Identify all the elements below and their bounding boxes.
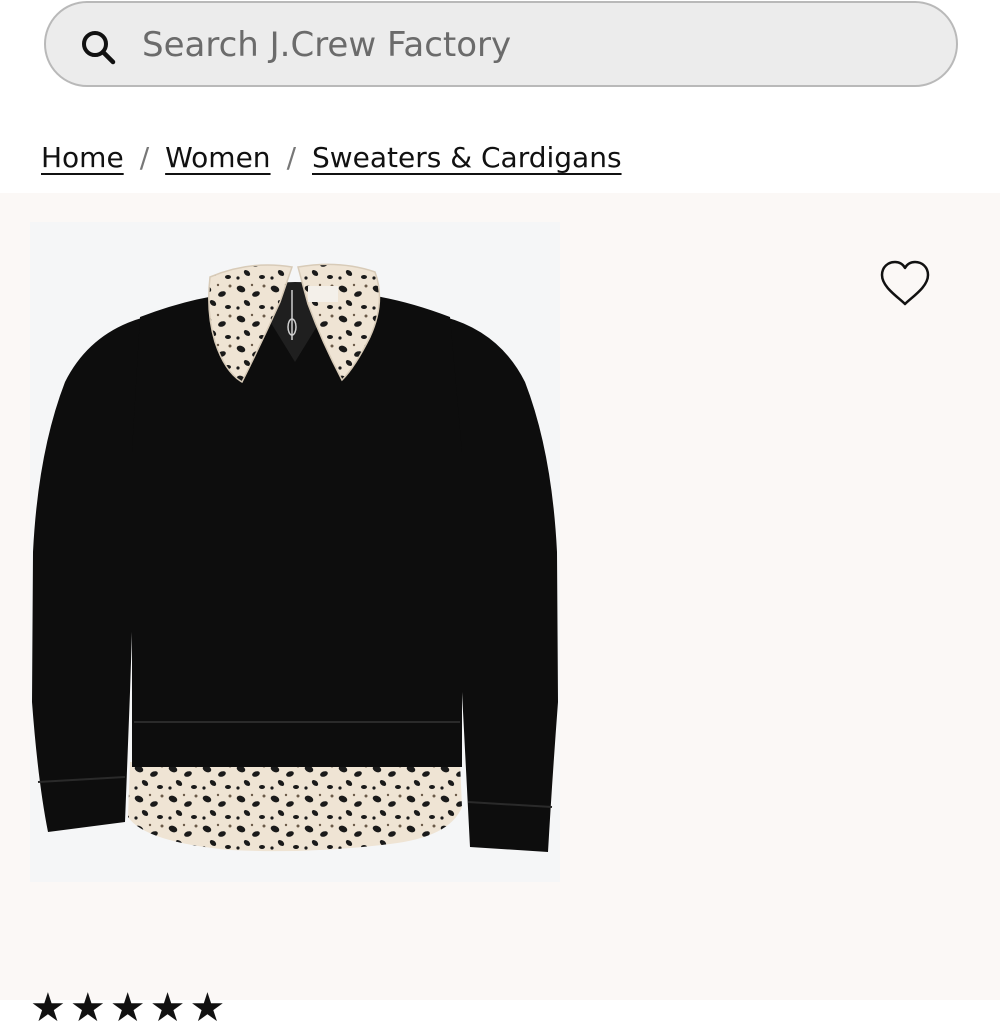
search-bar[interactable]	[44, 1, 958, 87]
breadcrumb: Home / Women / Sweaters & Cardigans	[41, 138, 622, 178]
product-image[interactable]	[30, 222, 560, 882]
breadcrumb-separator: /	[286, 141, 296, 174]
product-gallery: ★★★★★	[0, 193, 1000, 1031]
breadcrumb-separator: /	[139, 141, 150, 174]
sweater-illustration	[32, 263, 558, 852]
breadcrumb-home-link[interactable]: Home	[41, 138, 124, 178]
rating-stars: ★★★★★	[30, 985, 230, 1031]
breadcrumb-women-link[interactable]: Women	[165, 138, 270, 178]
heart-outline-icon[interactable]	[878, 259, 932, 309]
search-input[interactable]	[142, 21, 902, 69]
breadcrumb-sweaters-link[interactable]: Sweaters & Cardigans	[312, 138, 622, 178]
search-icon	[82, 31, 116, 65]
